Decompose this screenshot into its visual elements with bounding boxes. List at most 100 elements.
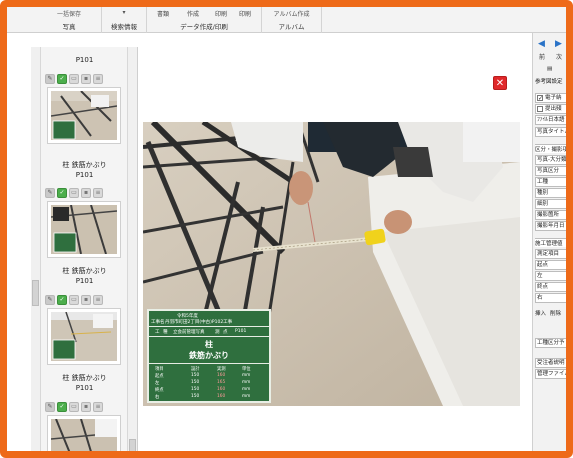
- delete-button[interactable]: 削除: [550, 309, 561, 317]
- board-td: 右: [155, 395, 160, 400]
- checkbox-submit[interactable]: 提出頻: [535, 104, 566, 114]
- thumbnail-image[interactable]: [48, 416, 120, 451]
- prev-arrow-icon[interactable]: ◀: [538, 39, 545, 49]
- field-right[interactable]: 右: [535, 293, 566, 303]
- field-date[interactable]: 撮影年月日: [535, 221, 566, 231]
- thumb-toolbar: ✎ ✓ ▭ ▪ ≡: [45, 74, 103, 84]
- thumb-code: P101: [75, 277, 94, 285]
- list-icon[interactable]: ≡: [93, 74, 103, 84]
- thumbnail-scrollbar[interactable]: [127, 47, 137, 451]
- properties-panel: ◀ ▶ 前 次 ▤ 参考図設定 ✓電子納 提出頻 ﾌｧｲﾙ日本語 写真タイトル …: [532, 33, 566, 451]
- checkbox-electronic[interactable]: ✓ 電子納: [535, 93, 566, 103]
- app-window: 一括保存 写真 ▾ 検索情報 書類 作成 印刷 印刷 データ作成/印刷 アルバム…: [0, 0, 573, 458]
- thumb-title: 柱 鉄筋かぶり: [62, 374, 107, 382]
- reference-settings-label[interactable]: 参考図設定: [535, 77, 563, 85]
- thumb-title: 柱 鉄筋かぶり: [62, 267, 107, 275]
- image-icon[interactable]: ▪: [81, 402, 91, 412]
- board-project-name: 丹羽市町田2丁目(中古)P102工事: [165, 320, 233, 325]
- photo-title-field[interactable]: 写真タイトル: [535, 127, 566, 137]
- thumbnail-image[interactable]: [48, 88, 120, 143]
- copy-icon[interactable]: ▭: [69, 295, 79, 305]
- ribbon-photo-label: 写真: [62, 23, 76, 31]
- ribbon-group-search: ▾ 検索情報: [102, 7, 147, 33]
- list-icon[interactable]: ≡: [93, 188, 103, 198]
- field-measure-item[interactable]: 測定項目: [535, 249, 566, 259]
- scroll-knob[interactable]: [32, 280, 39, 306]
- check-icon[interactable]: ✓: [57, 402, 67, 412]
- thumbnail-scrollbar-left[interactable]: [31, 47, 41, 451]
- thumb-toolbar: ✎ ✓ ▭ ▪ ≡: [45, 295, 103, 305]
- image-icon[interactable]: ▪: [81, 188, 91, 198]
- ribbon-btn-create[interactable]: 作成: [187, 9, 199, 18]
- field-detail[interactable]: 細別: [535, 199, 566, 209]
- check-icon[interactable]: ✓: [57, 74, 67, 84]
- field-start[interactable]: 起点: [535, 260, 566, 270]
- list-icon[interactable]: ≡: [93, 402, 103, 412]
- ribbon-toolbar: 一括保存 写真 ▾ 検索情報 書類 作成 印刷 印刷 データ作成/印刷 アルバム…: [7, 7, 566, 33]
- photo-viewer: ✕ 令和5年度 工事名 丹羽市町田2丁目(中古)P102工事 工 種 立会前管理…: [138, 47, 532, 451]
- ribbon-btn-document[interactable]: 書類: [157, 9, 169, 18]
- ribbon-search-dropdown[interactable]: ▾: [102, 9, 146, 16]
- ribbon-btn-print2[interactable]: 印刷: [239, 9, 251, 18]
- thumb-code: P101: [75, 171, 94, 179]
- edit-icon[interactable]: ✎: [45, 402, 55, 412]
- reference-icon[interactable]: ▤: [547, 66, 552, 72]
- insert-button[interactable]: 挿入: [535, 309, 546, 317]
- list-icon[interactable]: ≡: [93, 295, 103, 305]
- thumb-title: 柱 鉄筋かぶり: [62, 161, 107, 169]
- image-icon[interactable]: ▪: [81, 74, 91, 84]
- ribbon-data-label: データ作成/印刷: [180, 23, 228, 31]
- scroll-knob[interactable]: [129, 439, 136, 451]
- board-td: 160: [217, 394, 226, 399]
- board-td: 終点: [155, 388, 164, 393]
- thumb-code: P101: [75, 384, 94, 392]
- board-td: 150: [191, 387, 200, 392]
- ribbon-group-photo: 一括保存 写真: [37, 7, 102, 33]
- field-management-file[interactable]: 管理ファイル: [535, 369, 566, 379]
- ribbon-album-create[interactable]: アルバム作成: [262, 9, 321, 18]
- thumbnail-image[interactable]: [48, 202, 120, 257]
- prev-label[interactable]: 前: [539, 52, 545, 61]
- close-button[interactable]: ✕: [493, 76, 507, 90]
- field-work-type[interactable]: 工種: [535, 177, 566, 187]
- next-arrow-icon[interactable]: ▶: [555, 39, 562, 49]
- edit-icon[interactable]: ✎: [45, 188, 55, 198]
- check-icon[interactable]: ✓: [57, 188, 67, 198]
- field-photo-class[interactable]: 写真区分: [535, 166, 566, 176]
- board-th: 単位: [242, 367, 251, 372]
- ribbon-album-label: アルバム: [278, 23, 305, 31]
- copy-icon[interactable]: ▭: [69, 74, 79, 84]
- board-title-main: 柱: [205, 340, 213, 349]
- board-td: 左: [155, 381, 160, 386]
- image-icon[interactable]: ▪: [81, 295, 91, 305]
- field-work-class[interactable]: 工種区分予: [535, 338, 566, 348]
- field-left[interactable]: 左: [535, 271, 566, 281]
- field-end[interactable]: 終点: [535, 282, 566, 292]
- file-name-field[interactable]: ﾌｧｲﾙ日本語: [535, 115, 566, 125]
- ribbon-photo-top[interactable]: 一括保存: [37, 9, 101, 18]
- board-td: mm: [242, 380, 251, 385]
- thumbnail-photo: [51, 312, 117, 361]
- copy-icon[interactable]: ▭: [69, 402, 79, 412]
- thumb-toolbar: ✎ ✓ ▭ ▪ ≡: [45, 188, 103, 198]
- ribbon-btn-print[interactable]: 印刷: [215, 9, 227, 18]
- field-contractor-note[interactable]: 受注者説明: [535, 358, 566, 368]
- field-kind[interactable]: 種別: [535, 188, 566, 198]
- edit-icon[interactable]: ✎: [45, 74, 55, 84]
- field-major-class[interactable]: 写真-大分類: [535, 155, 566, 165]
- ribbon-group-album: アルバム作成 アルバム: [262, 7, 322, 33]
- thumbnail-image[interactable]: [48, 309, 120, 364]
- field-location[interactable]: 撮影箇所: [535, 210, 566, 220]
- board-point-code: P101: [235, 329, 247, 334]
- board-th: 実測: [217, 367, 226, 372]
- board-td: 150: [191, 373, 200, 378]
- ribbon-group-data: 書類 作成 印刷 印刷 データ作成/印刷: [147, 7, 262, 33]
- thumbnail-photo: [51, 205, 117, 254]
- check-icon[interactable]: ✓: [57, 295, 67, 305]
- copy-icon[interactable]: ▭: [69, 188, 79, 198]
- board-title-sub: 鉄筋かぶり: [189, 351, 229, 360]
- edit-icon[interactable]: ✎: [45, 295, 55, 305]
- next-label[interactable]: 次: [556, 52, 562, 61]
- main-photo[interactable]: 令和5年度 工事名 丹羽市町田2丁目(中古)P102工事 工 種 立会前管理写真…: [143, 122, 520, 406]
- board-th: 項目: [155, 367, 164, 372]
